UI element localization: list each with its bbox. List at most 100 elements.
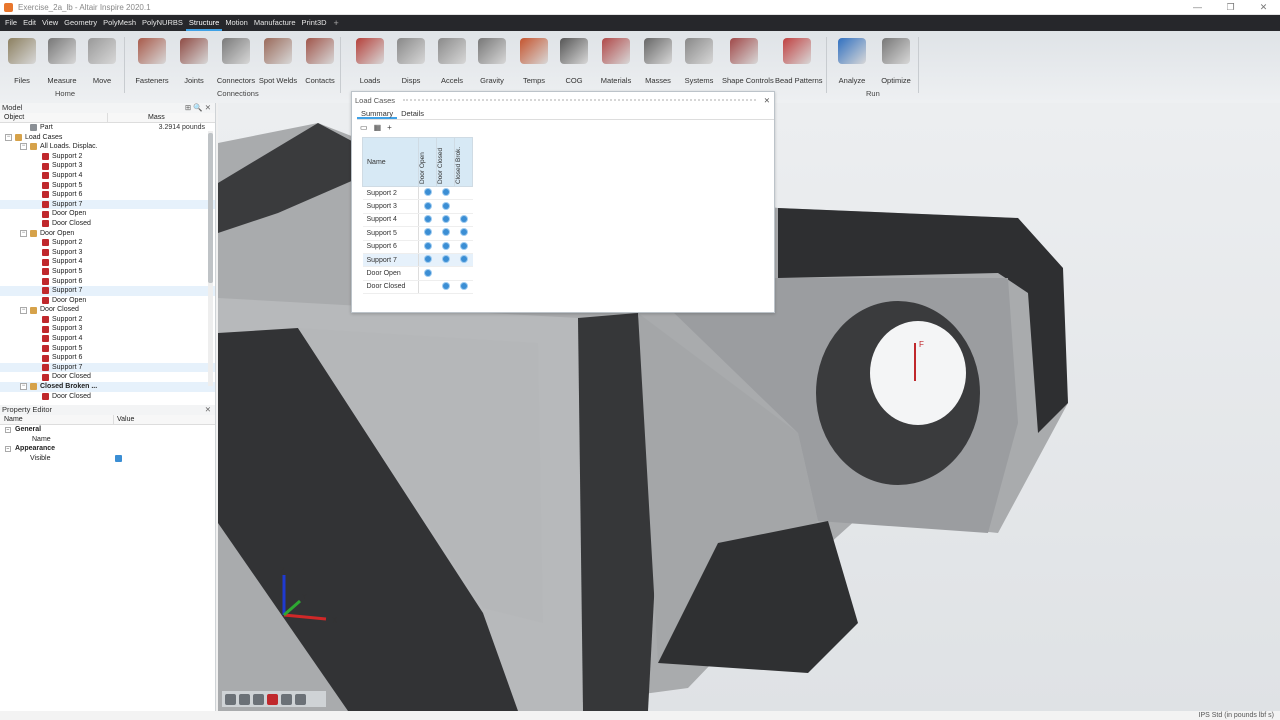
menu--[interactable]: + [330, 15, 343, 31]
ribbon-loads-button[interactable]: Loads [348, 35, 392, 85]
col-closed-broken[interactable]: Closed Brok. [454, 137, 473, 187]
tree-item[interactable]: Support 7 [0, 286, 215, 296]
tree-item[interactable]: Support 7 [0, 199, 215, 210]
menu-structure[interactable]: Structure [185, 15, 223, 31]
collapse-icon[interactable]: − [20, 383, 27, 391]
load-case-check[interactable] [418, 199, 437, 214]
tree-item[interactable]: Support 2 [0, 315, 215, 325]
collapse-icon[interactable]: − [20, 306, 27, 314]
tree-item[interactable]: Support 3 [0, 248, 215, 258]
collapse-icon[interactable]: − [20, 143, 27, 151]
load-case-check[interactable] [418, 266, 437, 281]
load-case-check[interactable] [418, 226, 437, 241]
model-panel-tools[interactable]: ⊞ 🔍 ✕ [185, 103, 211, 113]
table-row[interactable]: Door Open [362, 266, 473, 281]
tree-item[interactable]: Support 7 [0, 362, 215, 373]
name-column-header[interactable]: Name [362, 137, 419, 187]
tab-details[interactable]: Details [397, 108, 428, 119]
ribbon-systems-button[interactable]: Systems [677, 35, 721, 85]
tree-item[interactable]: Part 3.2914 pounds [0, 123, 215, 133]
tree-item[interactable]: Support 4 [0, 334, 215, 344]
ribbon-optimize-button[interactable]: Optimize [874, 35, 918, 85]
ribbon-measure-button[interactable]: Measure [40, 35, 84, 85]
menu-motion[interactable]: Motion [222, 15, 251, 31]
tree-item[interactable]: − Door Open [0, 229, 215, 239]
load-case-check[interactable] [454, 280, 473, 295]
tree-item[interactable]: − Load Cases [0, 133, 215, 143]
table-row[interactable]: Support 4 [362, 213, 473, 228]
load-case-check[interactable] [436, 253, 455, 268]
ribbon-masses-button[interactable]: Masses [636, 35, 680, 85]
load-case-check[interactable] [418, 213, 437, 228]
table-row[interactable]: Support 5 [362, 226, 473, 241]
table-row[interactable]: Support 7 [362, 253, 473, 268]
close-icon[interactable]: ✕ [205, 405, 211, 415]
ribbon-bead-patterns-button[interactable]: Bead Patterns [775, 35, 823, 85]
collapse-icon[interactable]: − [5, 133, 12, 141]
ribbon-contacts-button[interactable]: Contacts [298, 35, 342, 85]
tree-item[interactable]: Door Open [0, 296, 215, 306]
tree-item[interactable]: Support 6 [0, 190, 215, 200]
object-column-header[interactable]: Object [0, 113, 108, 122]
menu-geometry[interactable]: Geometry [61, 15, 100, 31]
menu-polymesh[interactable]: PolyMesh [100, 15, 139, 31]
load-case-check[interactable] [436, 199, 455, 214]
tree-item[interactable]: Support 6 [0, 353, 215, 363]
load-case-check[interactable] [454, 186, 473, 201]
pe-appearance-row[interactable]: − Appearance [0, 444, 215, 454]
menu-print3d[interactable]: Print3D [299, 15, 330, 31]
collapse-icon[interactable]: − [20, 229, 27, 237]
ribbon-move-button[interactable]: Move [80, 35, 124, 85]
ribbon-spot-welds-button[interactable]: Spot Welds [256, 35, 300, 85]
load-case-check[interactable] [418, 240, 437, 254]
tree-item[interactable]: Support 4 [0, 171, 215, 181]
view-orient-icon[interactable] [225, 693, 236, 705]
visible-checkbox[interactable] [115, 455, 122, 463]
load-case-check[interactable] [454, 226, 473, 241]
load-case-check[interactable] [454, 266, 473, 281]
menu-polynurbs[interactable]: PolyNURBS [139, 15, 186, 31]
drag-handle[interactable] [403, 99, 756, 101]
tree-item[interactable]: Support 4 [0, 257, 215, 267]
fit-view-icon[interactable] [295, 693, 306, 705]
table-row[interactable]: Support 6 [362, 240, 473, 254]
view-cube-icon[interactable] [239, 693, 250, 705]
menu-edit[interactable]: Edit [20, 15, 39, 31]
ribbon-joints-button[interactable]: Joints [172, 35, 216, 85]
zoom-icon[interactable] [281, 693, 292, 705]
load-case-check[interactable] [454, 199, 473, 214]
tree-item[interactable]: Support 5 [0, 267, 215, 277]
load-case-check[interactable] [436, 266, 455, 281]
pe-general-row[interactable]: − General [0, 425, 215, 435]
load-case-check[interactable] [436, 186, 455, 201]
load-case-check[interactable] [454, 213, 473, 228]
tree-item[interactable]: Door Open [0, 209, 215, 219]
section-icon[interactable] [253, 693, 264, 705]
units-label[interactable]: IPS Std (in pounds lbf s) [1199, 712, 1274, 719]
ribbon-shape-controls-button[interactable]: Shape Controls [722, 35, 774, 85]
load-case-check[interactable] [436, 226, 455, 241]
load-case-check[interactable] [418, 186, 437, 201]
ribbon-analyze-button[interactable]: Analyze [830, 35, 874, 85]
tab-summary[interactable]: Summary [357, 108, 398, 119]
table-icon[interactable]: ▦ [374, 123, 382, 132]
load-case-check[interactable] [454, 240, 473, 254]
shading-icon[interactable] [267, 693, 278, 705]
tree-item[interactable]: Support 3 [0, 324, 215, 334]
tree-item[interactable]: Support 2 [0, 238, 215, 248]
tree-item[interactable]: Support 5 [0, 344, 215, 354]
tree-item[interactable]: Support 3 [0, 161, 215, 171]
menu-manufacture[interactable]: Manufacture [251, 15, 299, 31]
tree-item[interactable]: Support 5 [0, 181, 215, 191]
tree-item[interactable]: Support 2 [0, 152, 215, 162]
menu-view[interactable]: View [39, 15, 61, 31]
add-icon[interactable]: + [387, 123, 392, 132]
ribbon-temps-button[interactable]: Temps [512, 35, 556, 85]
ribbon-materials-button[interactable]: Materials [594, 35, 638, 85]
mass-column-header[interactable]: Mass [108, 113, 208, 122]
col-door-closed[interactable]: Door Closed [436, 137, 455, 187]
load-case-check[interactable] [418, 253, 437, 268]
tree-item[interactable]: − Closed Broken ... [0, 382, 215, 392]
ribbon-fasteners-button[interactable]: Fasteners [130, 35, 174, 85]
ribbon-accels-button[interactable]: Accels [430, 35, 474, 85]
